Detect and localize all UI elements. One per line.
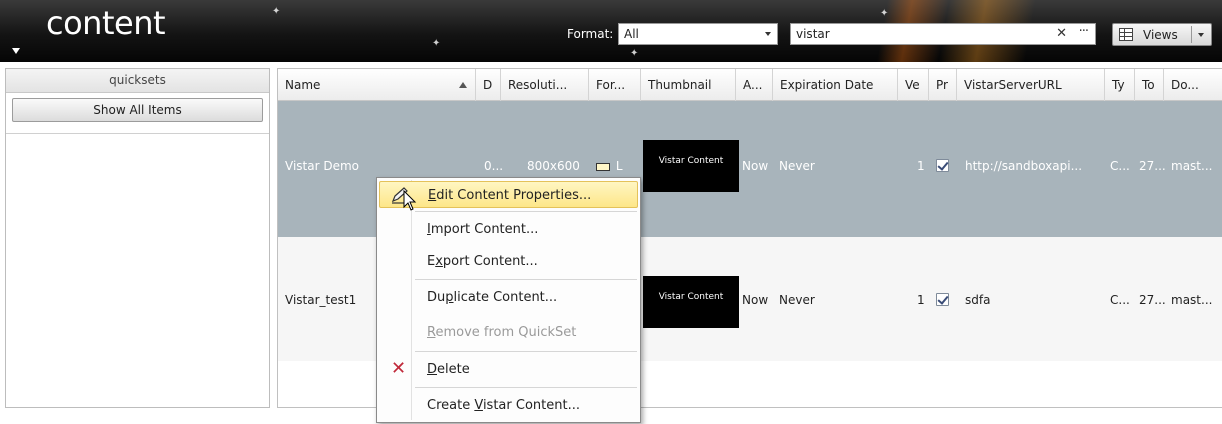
menu-item-label: Create Vistar Content... [427,398,580,413]
column-header-thumbnail[interactable]: Thumbnail [641,69,736,101]
menu-separator [415,351,637,352]
cell-to: 27... [1139,159,1166,173]
format-label: Format: [567,27,614,41]
menu-item-label: Edit Content Properties... [428,188,592,203]
split-divider [1191,26,1192,43]
show-all-items-button[interactable]: Show All Items [12,98,263,122]
menu-item-remove-from-quickset: Remove from QuickSet [379,319,638,346]
column-header-name[interactable]: Name [278,69,476,101]
views-dropdown-icon[interactable] [1198,33,1204,37]
cell-d: 0... [484,159,504,173]
cell-a: Now [742,293,769,307]
page-title: content [46,4,166,42]
thumbnail-image: Vistar Content [643,276,739,328]
column-header-resolution[interactable]: Resoluti... [501,69,589,101]
menu-item-edit-content-properties[interactable]: Edit Content Properties... [379,181,638,208]
menu-item-import-content[interactable]: Import Content... [379,216,638,243]
cell-ty: C... [1110,293,1130,307]
cell-format-value: L [615,159,623,173]
menu-item-label: Remove from QuickSet [427,325,577,340]
cell-format: L [596,159,623,173]
column-header-url[interactable]: VistarServerURL [957,69,1105,101]
column-header-ty[interactable]: Ty [1105,69,1135,101]
column-header-a[interactable]: A... [736,69,773,101]
column-header-label: Name [285,78,321,92]
views-label: Views [1143,28,1178,42]
sparkle-decoration: ✦ [432,38,441,49]
cell-expiration: Never [779,293,815,307]
header-banner: ✦ ✦ ✦ ✦ content Format: All vistar ✕ ···… [0,0,1222,62]
quicksets-panel: quicksets Show All Items [5,68,270,408]
views-button[interactable]: Views [1112,23,1212,46]
thumbnail-image: Vistar Content [643,140,739,192]
column-header-ve[interactable]: Ve [898,69,929,101]
menu-item-export-content[interactable]: Export Content... [379,248,638,275]
menu-separator [415,211,637,212]
cell-url: sdfa [965,293,991,307]
grid-view-icon [1119,28,1133,41]
menu-item-delete[interactable]: ✕ Delete [379,356,638,383]
grid-header: Name D Resoluti... For... Thumbnail A...… [278,69,1222,101]
menu-separator [415,279,637,280]
menu-item-duplicate-content[interactable]: Duplicate Content... [379,284,638,311]
cell-name: Vistar_test1 [285,293,357,307]
search-input[interactable]: vistar ✕ ··· [790,23,1096,45]
clear-search-icon[interactable]: ✕ [1056,26,1067,41]
aspect-ratio-icon [596,162,610,171]
pr-checkbox[interactable] [936,159,949,172]
sparkle-decoration: ✦ [880,8,889,19]
quicksets-title: quicksets [6,69,269,93]
cell-resolution: 800x600 [527,159,580,173]
menu-item-label: Duplicate Content... [427,290,558,305]
format-select-value: All [624,27,639,41]
column-header-pr[interactable]: Pr [929,69,957,101]
menu-item-create-vistar-content[interactable]: Create Vistar Content... [379,392,638,419]
menu-item-label: Export Content... [427,254,538,269]
more-options-icon[interactable]: ··· [1079,24,1089,39]
cell-ve: 1 [917,159,925,173]
cell-url: http://sandboxapi... [965,159,1083,173]
cell-ty: C... [1110,159,1130,173]
search-input-value: vistar [796,27,830,41]
cell-do: mast... [1171,159,1213,173]
chevron-down-icon[interactable] [765,32,771,36]
menu-item-label: Delete [427,362,470,377]
format-select[interactable]: All [618,23,778,45]
sparkle-decoration: ✦ [272,6,281,17]
cell-ve: 1 [917,293,925,307]
cell-a: Now [742,159,769,173]
sparkle-decoration: ✦ [630,48,639,59]
column-header-d[interactable]: D [476,69,501,101]
pr-checkbox[interactable] [936,293,949,306]
panel-collapse-toggle[interactable] [12,48,20,54]
cell-expiration: Never [779,159,815,173]
menu-item-label: Import Content... [427,222,539,237]
mouse-pointer-icon [403,189,417,215]
column-header-to[interactable]: To [1135,69,1164,101]
cell-to: 27... [1139,293,1166,307]
cell-do: mast... [1171,293,1213,307]
delete-x-icon: ✕ [391,358,407,379]
cell-name: Vistar Demo [285,159,359,173]
menu-separator [415,387,637,388]
column-header-format[interactable]: For... [589,69,641,101]
sort-ascending-icon [459,82,467,88]
column-header-expiration[interactable]: Expiration Date [773,69,898,101]
column-header-do[interactable]: Do... [1164,69,1222,101]
quicksets-divider [6,133,269,134]
